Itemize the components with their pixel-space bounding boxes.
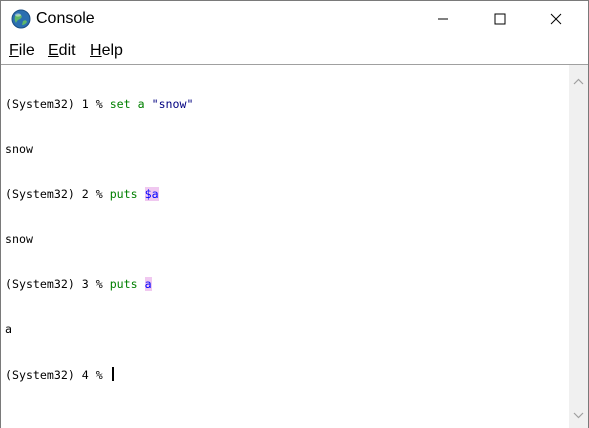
- console-window: Console File Edit Help (System32) 1 % se…: [0, 0, 589, 428]
- console-command: puts: [109, 277, 145, 291]
- console-line: (System32) 4 %: [5, 367, 193, 382]
- menu-edit-mnemonic: E: [48, 42, 59, 59]
- console-text-area[interactable]: (System32) 1 % set a "snow" snow (System…: [1, 64, 569, 428]
- menu-edit-label: dit: [58, 42, 76, 59]
- close-icon: [550, 13, 562, 25]
- console-line: (System32) 1 % set a "snow": [5, 97, 193, 112]
- text-cursor: [111, 367, 114, 381]
- globe-icon: [11, 9, 31, 29]
- window-title: Console: [36, 10, 95, 27]
- console-prompt: (System32) 1 %: [5, 97, 110, 111]
- menu-help-label: elp: [101, 42, 123, 59]
- menu-help-mnemonic: H: [90, 42, 102, 59]
- maximize-button[interactable]: [477, 1, 523, 37]
- menu-edit[interactable]: Edit: [48, 42, 76, 60]
- menu-help[interactable]: Help: [90, 42, 123, 60]
- scroll-up-arrow-icon[interactable]: [573, 70, 584, 89]
- scroll-down-arrow-icon[interactable]: [573, 404, 584, 423]
- console-prompt: (System32) 3 %: [5, 277, 110, 291]
- menu-file-label: ile: [18, 42, 35, 59]
- menu-bar: File Edit Help: [1, 39, 588, 63]
- console-variable: a: [144, 277, 152, 291]
- menu-file-mnemonic: F: [9, 42, 19, 59]
- console-command: set a: [109, 97, 152, 111]
- console-variable: $a: [144, 187, 159, 201]
- console-prompt: (System32) 4 %: [5, 368, 110, 382]
- minimize-icon: [438, 18, 448, 20]
- menu-file[interactable]: File: [9, 42, 35, 60]
- close-button[interactable]: [533, 1, 579, 37]
- console-output: a: [5, 322, 12, 336]
- console-output: snow: [5, 142, 33, 156]
- minimize-button[interactable]: [420, 1, 466, 37]
- vertical-scrollbar[interactable]: [569, 64, 588, 428]
- maximize-icon: [494, 13, 506, 25]
- console-string: "snow": [151, 97, 194, 111]
- console-prompt: (System32) 2 %: [5, 187, 110, 201]
- console-command: puts: [109, 187, 145, 201]
- console-line: (System32) 2 % puts $a: [5, 187, 193, 202]
- console-output: snow: [5, 232, 33, 246]
- title-bar[interactable]: Console: [1, 1, 588, 37]
- console-line: (System32) 3 % puts a: [5, 277, 193, 292]
